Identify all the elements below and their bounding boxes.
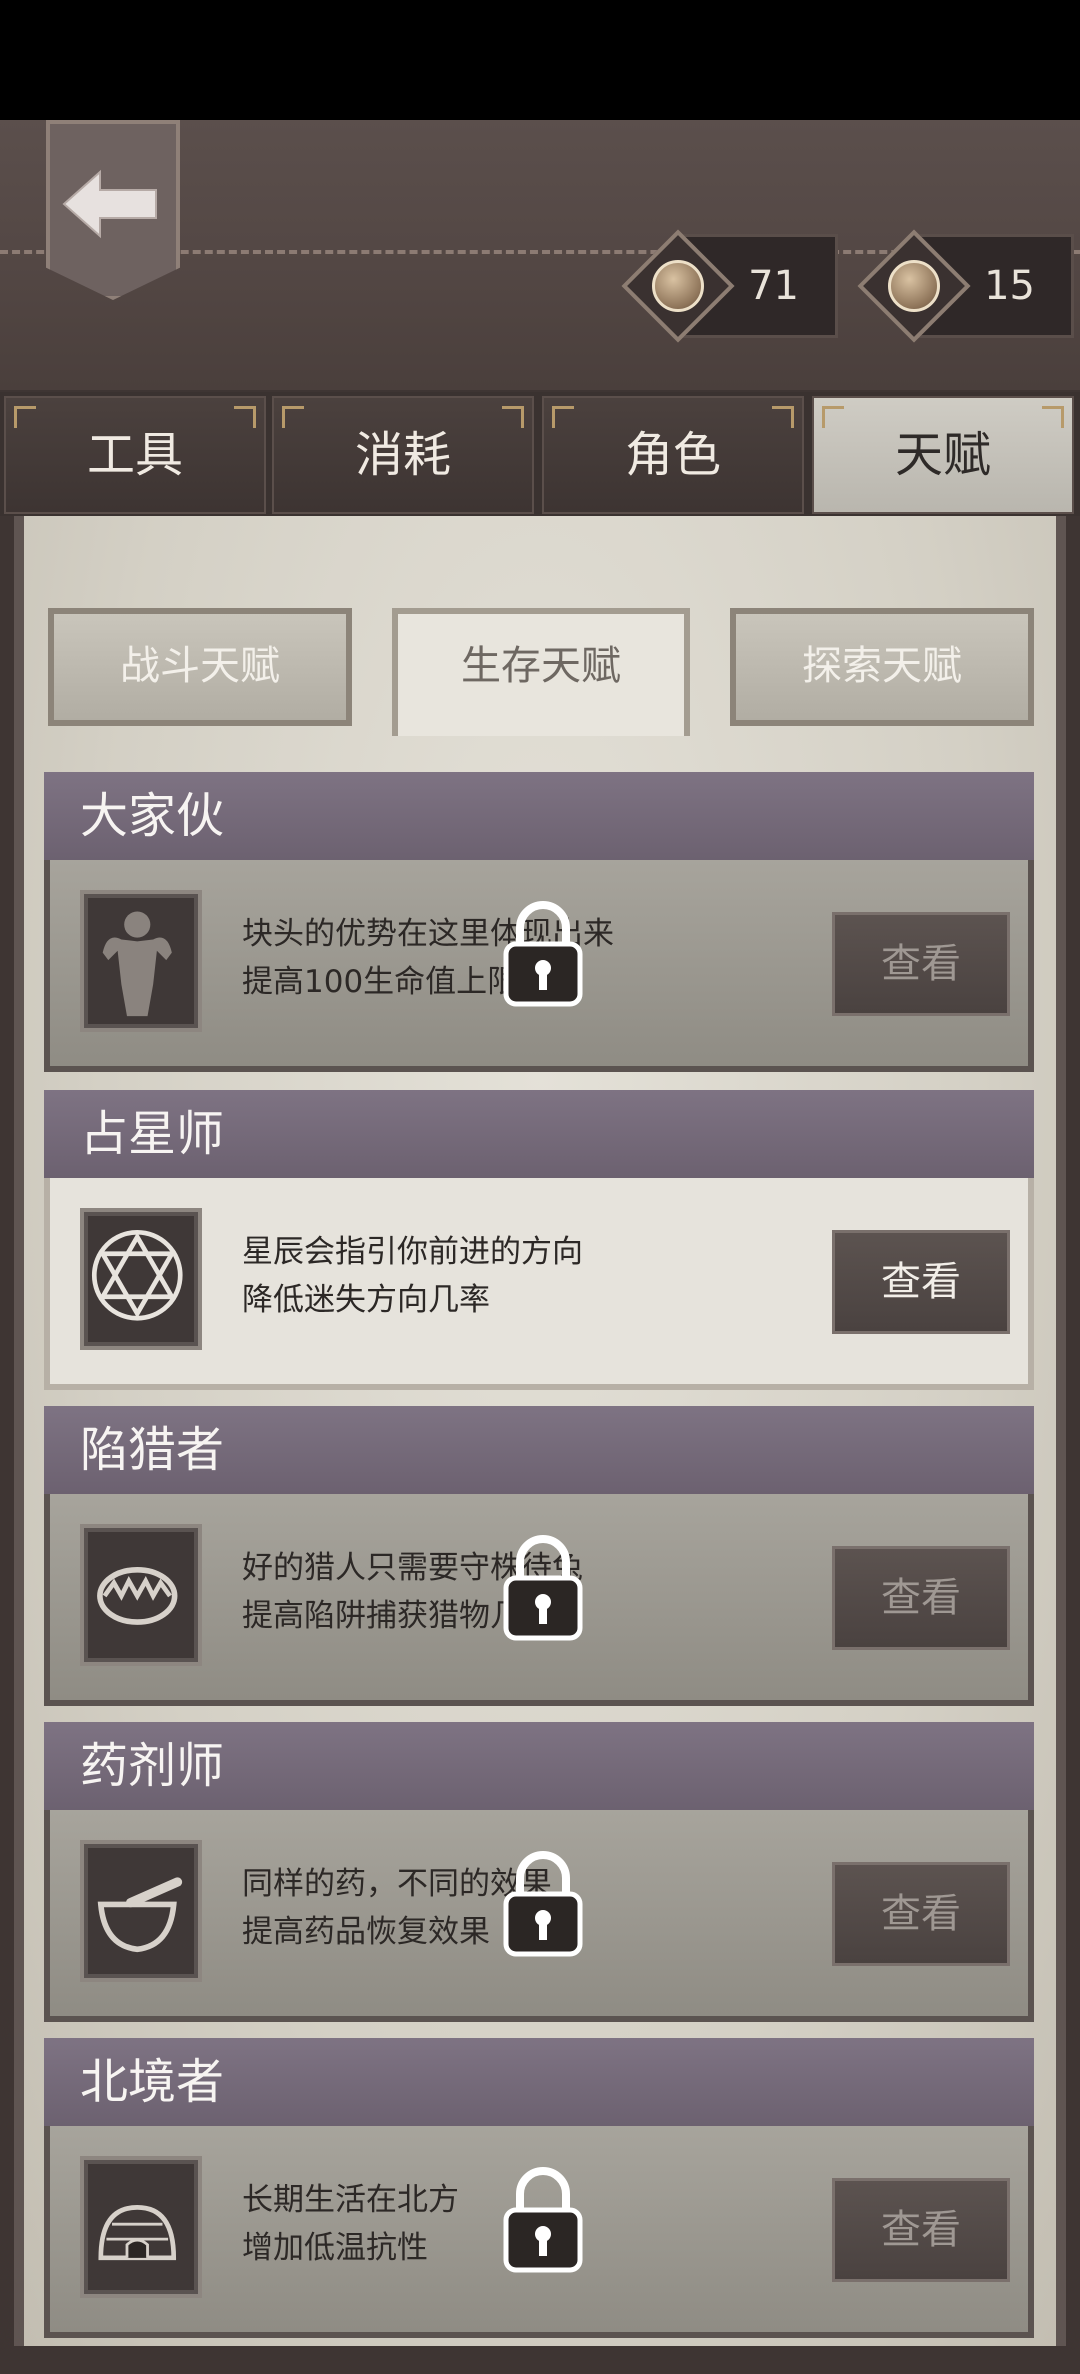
coin-icon [857, 229, 971, 343]
talent-body: 同样的药，不同的效果 提高药品恢复效果 查看 [44, 1810, 1034, 2022]
currency-1: 71 [621, 229, 838, 343]
talent-card-northerner: 北境者 长期生活在北方 增加低温抗性 查看 [44, 2038, 1034, 2338]
coin-icon [621, 229, 735, 343]
talent-title: 北境者 [44, 2038, 1034, 2126]
talent-description: 星辰会指引你前进的方向 降低迷失方向几率 [242, 1228, 583, 1324]
talent-title: 药剂师 [44, 1722, 1034, 1810]
subtab-label: 探索天赋 [802, 643, 962, 689]
talent-body: 好的猎人只需要守株待兔 提高陷阱捕获猎物几率 查看 [44, 1494, 1034, 1706]
talent-card-trapper: 陷猎者 好的猎人只需要守株待兔 提高陷阱捕获猎物几率 查看 [44, 1406, 1034, 1706]
tab-talents[interactable]: 天赋 [812, 396, 1074, 514]
talent-effect: 降低迷失方向几率 [242, 1282, 490, 1318]
tab-label: 天赋 [894, 427, 991, 483]
back-arrow-icon[interactable] [60, 168, 160, 240]
subtab-survival-talents[interactable]: 生存天赋 [392, 608, 690, 736]
hexagram-icon [80, 1208, 202, 1350]
tab-label: 消耗 [354, 427, 451, 483]
talent-flavor: 长期生活在北方 [242, 2182, 459, 2218]
view-button[interactable]: 查看 [832, 2178, 1010, 2282]
talent-card-big-guy: 大家伙 块头的优势在这里体现出来 提高100生命值上限 查看 [44, 772, 1034, 1072]
tab-consumables[interactable]: 消耗 [272, 396, 534, 514]
lock-icon [503, 1535, 583, 1641]
mortar-pestle-icon [80, 1840, 202, 1982]
view-button[interactable]: 查看 [832, 1546, 1010, 1650]
view-button[interactable]: 查看 [832, 1862, 1010, 1966]
view-button[interactable]: 查看 [832, 912, 1010, 1016]
lock-icon [503, 2167, 583, 2273]
talent-card-astrologer: 占星师 星辰会指引你前进的方向 降低迷失方向几率 查看 [44, 1090, 1034, 1390]
subtab-combat-talents[interactable]: 战斗天赋 [48, 608, 352, 726]
lock-icon [503, 1851, 583, 1957]
talent-description: 长期生活在北方 增加低温抗性 [242, 2176, 459, 2272]
view-button[interactable]: 查看 [832, 1230, 1010, 1334]
igloo-icon [80, 2156, 202, 2298]
subtab-label: 生存天赋 [461, 643, 621, 689]
tab-characters[interactable]: 角色 [542, 396, 804, 514]
subtab-label: 战斗天赋 [120, 643, 280, 689]
talent-body: 块头的优势在这里体现出来 提高100生命值上限 查看 [44, 860, 1034, 1072]
talent-flavor: 星辰会指引你前进的方向 [242, 1234, 583, 1270]
tab-tools[interactable]: 工具 [4, 396, 266, 514]
muscle-man-icon [80, 890, 202, 1032]
tab-label: 工具 [86, 427, 183, 483]
currency-2: 15 [857, 229, 1074, 343]
lock-icon [503, 901, 583, 1007]
talent-body: 星辰会指引你前进的方向 降低迷失方向几率 查看 [44, 1178, 1034, 1390]
talent-card-pharmacist: 药剂师 同样的药，不同的效果 提高药品恢复效果 查看 [44, 1722, 1034, 2022]
subtab-exploration-talents[interactable]: 探索天赋 [730, 608, 1034, 726]
talent-title: 占星师 [44, 1090, 1034, 1178]
bear-trap-icon [80, 1524, 202, 1666]
tab-label: 角色 [624, 427, 721, 483]
talent-body: 长期生活在北方 增加低温抗性 查看 [44, 2126, 1034, 2338]
talent-title: 陷猎者 [44, 1406, 1034, 1494]
talent-title: 大家伙 [44, 772, 1034, 860]
talent-effect: 增加低温抗性 [242, 2230, 428, 2266]
bottom-border [0, 2346, 1080, 2374]
status-bar [0, 0, 1080, 120]
